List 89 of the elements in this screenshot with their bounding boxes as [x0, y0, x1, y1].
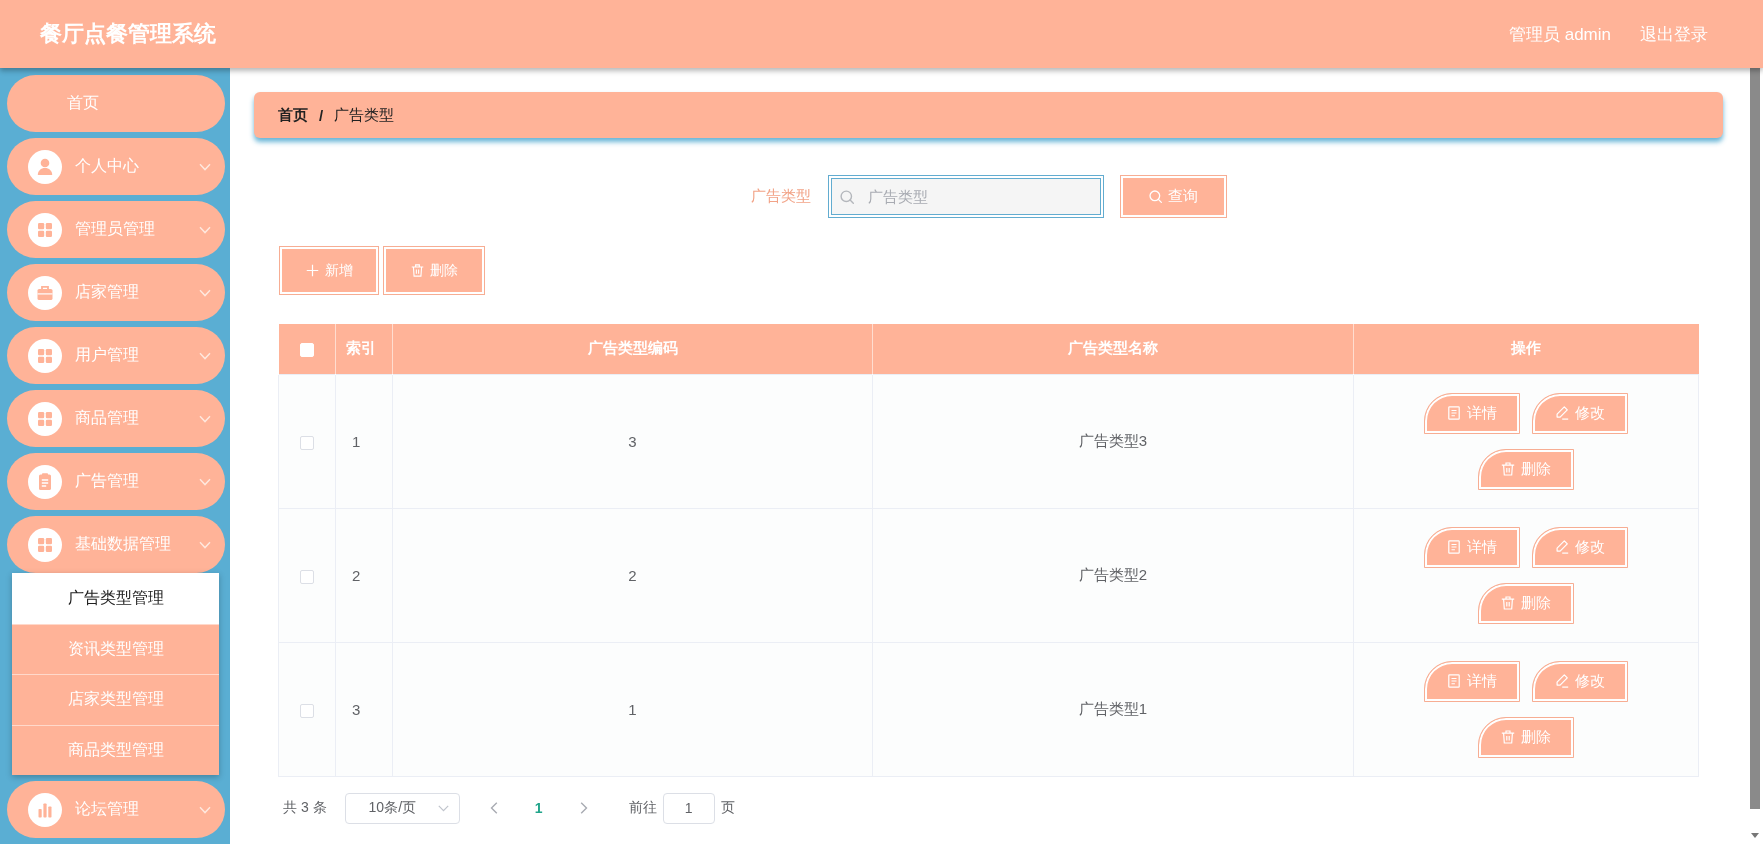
pencil-icon: [1555, 540, 1569, 554]
delete-button[interactable]: 删除: [1478, 448, 1574, 490]
scrollbar-thumb[interactable]: [1749, 68, 1760, 809]
sidebar-menu-item[interactable]: 广告管理: [7, 453, 225, 510]
table-cell: 2: [392, 508, 873, 642]
sidebar-menu-item[interactable]: 商品管理: [7, 390, 225, 447]
column-header: 广告类型名称: [872, 324, 1354, 374]
search-field[interactable]: 广告类型: [827, 175, 1104, 218]
page-jump-field[interactable]: 1: [662, 792, 715, 824]
table-cell: 广告类型2: [872, 508, 1354, 642]
sidebar-menu-item[interactable]: 个人中心: [7, 138, 225, 195]
grid-icon: [28, 338, 62, 373]
search-icon: [1148, 190, 1162, 203]
trash-icon: [1501, 730, 1515, 744]
chevron-down-icon: [199, 414, 211, 423]
sidebar-menu-item[interactable]: 用户管理: [7, 327, 225, 384]
goto-label: 前往: [628, 799, 657, 817]
grid-icon: [28, 527, 62, 562]
chevron-left-icon: [489, 802, 498, 814]
table-cell: 3: [335, 642, 393, 776]
submenu-item[interactable]: 店家类型管理: [12, 674, 219, 725]
submenu-item[interactable]: 资讯类型管理: [12, 623, 219, 674]
delete-button[interactable]: 删除: [383, 246, 485, 295]
sidebar-menu-item[interactable]: 管理员管理: [7, 201, 225, 258]
breadcrumb-current: 广告类型: [334, 105, 395, 125]
trash-icon: [1501, 462, 1515, 476]
chevron-down-icon: [199, 805, 211, 814]
chevron-down-icon: [199, 162, 211, 171]
breadcrumb-separator: /: [319, 106, 324, 124]
page-size-select[interactable]: 10条/页: [344, 792, 460, 824]
chevron-down-icon: [199, 477, 211, 486]
grid-icon: [28, 212, 62, 247]
table-cell: 2: [335, 508, 393, 642]
detail-button[interactable]: 详情: [1424, 526, 1520, 568]
edit-button[interactable]: 修改: [1532, 660, 1628, 702]
chevron-down-icon: [199, 288, 211, 297]
table-cell: 广告类型3: [872, 374, 1354, 508]
plus-icon: [305, 264, 319, 277]
delete-button[interactable]: 删除: [1478, 716, 1574, 758]
sidebar-menu-item[interactable]: 首页: [7, 75, 225, 132]
table-cell: 广告类型1: [872, 642, 1354, 776]
detail-button[interactable]: 详情: [1424, 392, 1520, 434]
document-icon: [1447, 674, 1461, 688]
checkbox[interactable]: [300, 703, 314, 718]
submenu-item[interactable]: 商品类型管理: [12, 724, 219, 775]
column-header: 索引: [335, 324, 393, 374]
table-cell: 3: [392, 374, 873, 508]
submenu-item[interactable]: 广告类型管理: [12, 573, 219, 624]
table-cell: 1: [392, 642, 873, 776]
sidebar-menu-item[interactable]: 店家管理: [7, 264, 225, 321]
pencil-icon: [1555, 674, 1569, 688]
trash-icon: [1501, 596, 1515, 610]
document-icon: [1447, 406, 1461, 420]
trash-icon: [410, 264, 424, 277]
logout-link[interactable]: 退出登录: [1640, 22, 1708, 46]
chevron-right-icon: [579, 802, 588, 814]
column-header: 操作: [1353, 324, 1699, 374]
scroll-down-icon[interactable]: [1750, 833, 1759, 838]
chevron-down-icon: [199, 225, 211, 234]
total-count: 共 3 条: [283, 799, 327, 817]
sidebar-menu-item[interactable]: 论坛管理: [7, 781, 225, 838]
delete-button[interactable]: 删除: [1478, 582, 1574, 624]
search-label: 广告类型: [750, 187, 811, 206]
sidebar-menu-item[interactable]: 基础数据管理: [7, 516, 225, 573]
detail-button[interactable]: 详情: [1424, 660, 1520, 702]
breadcrumb-link[interactable]: 首页: [278, 105, 308, 125]
briefcase-icon: [28, 275, 62, 310]
chevron-down-icon: [199, 540, 211, 549]
edit-button[interactable]: 修改: [1532, 392, 1628, 434]
edit-button[interactable]: 修改: [1532, 526, 1628, 568]
search-button[interactable]: 查询: [1119, 175, 1227, 218]
checkbox[interactable]: [300, 435, 314, 450]
column-header: 广告类型编码: [392, 324, 873, 374]
user-label: 管理员 admin: [1508, 23, 1611, 46]
add-button[interactable]: 新增: [279, 246, 379, 295]
chevron-down-icon: [437, 804, 449, 812]
checkbox[interactable]: [300, 569, 314, 584]
chevron-down-icon: [199, 351, 211, 360]
grid-icon: [28, 401, 62, 436]
search-icon: [839, 189, 854, 204]
pencil-icon: [1555, 406, 1569, 420]
clipboard-icon: [28, 464, 62, 499]
bar-chart-icon: [28, 792, 62, 827]
table-cell: 1: [335, 374, 393, 508]
page-number[interactable]: 1: [523, 800, 554, 816]
app-title: 餐厅点餐管理系统: [40, 20, 216, 48]
goto-unit: 页: [720, 799, 735, 817]
person-icon: [28, 149, 62, 184]
document-icon: [1447, 540, 1461, 554]
